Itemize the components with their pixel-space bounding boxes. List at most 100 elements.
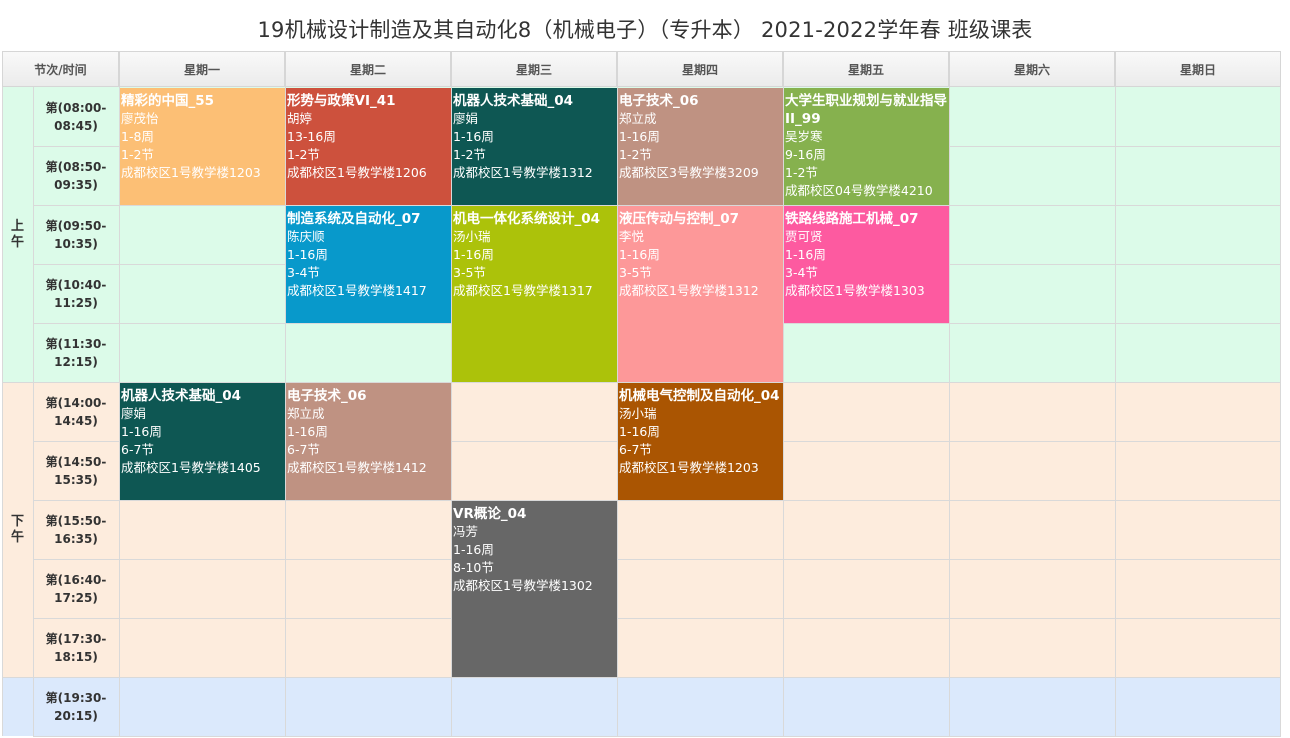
time-slot-label: 第(08:50- 09:35)	[33, 146, 119, 205]
row-divider	[33, 618, 1281, 619]
day-header: 星期三	[451, 51, 617, 87]
course-weeks: 1-16周	[121, 424, 162, 439]
course-name: 机器人技术基础_04	[453, 93, 574, 109]
time-slot-label: 第(17:30- 18:15)	[33, 618, 119, 677]
course-weeks: 1-16周	[453, 542, 494, 557]
course-weeks: 1-16周	[287, 424, 328, 439]
course-weeks: 1-8周	[121, 129, 154, 144]
course-teacher: 廖娟	[121, 406, 147, 421]
course-teacher: 汤小瑞	[453, 229, 491, 244]
time-slot-text: 09:35)	[54, 177, 98, 192]
course-card[interactable]: VR概论_04 冯芳 1-16周 8-10节 成都校区1号教学楼1302	[452, 501, 617, 677]
course-card[interactable]: 电子技术_06 郑立成 1-16周 1-2节 成都校区3号教学楼3209	[618, 88, 783, 205]
time-slot-text: 第(08:50-	[45, 159, 107, 174]
time-slot-text: 20:15)	[54, 708, 98, 723]
col-divider	[949, 87, 950, 736]
course-card[interactable]: 机电一体化系统设计_04 汤小瑞 1-16周 3-5节成都校区1号教学楼1317	[452, 206, 617, 382]
time-slot-label: 第(16:40- 17:25)	[33, 559, 119, 618]
page-title: 19机械设计制造及其自动化8（机械电子）（专升本） 2021-2022学年春 班…	[257, 18, 1033, 42]
evening-band	[2, 677, 1281, 736]
course-weeks: 1-16周	[453, 247, 494, 262]
course-sections: 3-4节	[785, 265, 818, 280]
course-weeks: 9-16周	[785, 147, 826, 162]
day-header: 星期六	[949, 51, 1115, 87]
time-slot-text: 第(19:30-	[45, 690, 107, 705]
course-teacher: 陈庆顺	[287, 229, 325, 244]
course-room: 成都校区1号教学楼1303	[785, 283, 925, 298]
course-weeks: 1-16周	[619, 247, 660, 262]
timetable: 节次/时间 星期一 星期二 星期三 星期四 星期五 星期六 星期日上 午下 午 第(08:00-…	[2, 51, 1281, 738]
course-teacher: 冯芳	[453, 524, 479, 539]
course-room: 成都校区1号教学楼1317	[453, 283, 593, 298]
course-card[interactable]: 大学生职业规划与就业指导II_99 吴岁寒 9-16周 1-2节成都校区04号教学楼4…	[784, 88, 949, 205]
day-header: 星期五	[783, 51, 949, 87]
time-slot-text: 14:45)	[54, 413, 98, 428]
course-teacher: 廖茂怡	[121, 111, 159, 126]
time-slot-label: 第(11:30- 12:15)	[33, 323, 119, 382]
time-slot-text: 第(11:30-	[45, 336, 107, 351]
course-room: 成都校区1号教学楼1312	[619, 283, 759, 298]
course-name: 液压传动与控制_07	[619, 211, 740, 227]
course-sections: 6-7节	[121, 442, 154, 457]
course-sections: 6-7节	[619, 442, 652, 457]
course-teacher: 吴岁寒	[785, 129, 823, 144]
course-card[interactable]: 铁路线路施工机械_07 贾可贤 1-16周 3-4节 成都校区1号教学楼1303	[784, 206, 949, 323]
course-teacher: 郑立成	[619, 111, 657, 126]
course-name: 形势与政策VI_41	[287, 93, 396, 109]
time-slot-text: 10:35)	[54, 236, 98, 251]
course-teacher: 廖娟	[453, 111, 479, 126]
course-teacher: 汤小瑞	[619, 406, 657, 421]
time-slot-text: 18:15)	[54, 649, 98, 664]
course-room: 成都校区04号教学楼4210	[785, 183, 933, 198]
period-label-afternoon: 下 午	[10, 513, 24, 545]
course-room: 成都校区1号教学楼1203	[619, 460, 759, 475]
corner-header: 节次/时间	[2, 51, 119, 87]
course-card[interactable]: 电子技术_06 郑立成 1-16周 6-7节 成都校区1号教学楼1412	[286, 383, 451, 500]
course-room: 成都校区3号教学楼3209	[619, 165, 759, 180]
course-teacher: 贾可贤	[785, 229, 823, 244]
course-room: 成都校区1号教学楼1302	[453, 578, 593, 593]
course-sections: 3-5节	[453, 265, 486, 280]
course-card[interactable]: 制造系统及自动化_07 陈庆顺 1-16周 3-4节 成都校区1号教学楼1417	[286, 206, 451, 323]
course-card[interactable]: 机器人技术基础_04 廖娟 1-16周 1-2节 成都校区1号教学楼1312	[452, 88, 617, 205]
day-header: 星期四	[617, 51, 783, 87]
time-slot-label: 第(19:30- 20:15)	[33, 677, 119, 736]
course-room: 成都校区1号教学楼1203	[121, 165, 261, 180]
time-slot-label: 第(09:50- 10:35)	[33, 205, 119, 264]
time-slot-text: 08:45)	[54, 118, 98, 133]
course-weeks: 1-16周	[619, 424, 660, 439]
course-room: 成都校区1号教学楼1206	[287, 165, 427, 180]
course-card[interactable]: 精彩的中国_55 廖茂怡 1-8周 1-2节 成都校区1号教学楼1203	[120, 88, 285, 205]
col-divider	[1280, 87, 1281, 736]
course-card[interactable]: 液压传动与控制_07 李悦 1-16周 3-5节 成都校区1号教学楼1312	[618, 206, 783, 382]
time-slot-text: 第(09:50-	[45, 218, 107, 233]
course-name: 电子技术_06	[287, 388, 367, 404]
course-name: VR概论_04	[453, 506, 527, 522]
time-slot-text: 第(17:30-	[45, 631, 107, 646]
course-teacher: 胡婷	[287, 111, 313, 126]
time-slot-label: 第(15:50- 16:35)	[33, 500, 119, 559]
course-teacher: 李悦	[619, 229, 645, 244]
course-name: 机电一体化系统设计_04	[453, 211, 601, 227]
course-teacher: 郑立成	[287, 406, 325, 421]
period-label-morning: 上 午	[10, 218, 24, 250]
course-sections: 1-2节	[619, 147, 652, 162]
course-name: 精彩的中国_55	[121, 93, 215, 109]
time-slot-label: 第(14:00- 14:45)	[33, 382, 119, 441]
course-card[interactable]: 机械电气控制及自动化_04 汤小瑞 1-16周 6-7节 成都校区1号教学楼1203	[618, 383, 783, 500]
course-room: 成都校区1号教学楼1417	[287, 283, 427, 298]
time-slot-label: 第(14:50- 15:35)	[33, 441, 119, 500]
course-room: 成都校区1号教学楼1405	[121, 460, 261, 475]
course-weeks: 1-16周	[453, 129, 494, 144]
course-sections: 6-7节	[287, 442, 320, 457]
time-slot-text: 第(15:50-	[45, 513, 107, 528]
course-name: 大学生职业规划与就业指导II_99	[785, 93, 947, 127]
course-card[interactable]: 机器人技术基础_04 廖娟 1-16周 6-7节成都校区1号教学楼1405	[120, 383, 285, 500]
time-slot-text: 第(10:40-	[45, 277, 107, 292]
course-card[interactable]: 形势与政策VI_41 胡婷 13-16周 1-2节 成都校区1号教学楼1206	[286, 88, 451, 205]
course-sections: 1-2节	[785, 165, 818, 180]
row-divider	[33, 559, 1281, 560]
row-divider	[33, 736, 1281, 737]
course-name: 机器人技术基础_04	[121, 388, 242, 404]
course-weeks: 1-16周	[287, 247, 328, 262]
